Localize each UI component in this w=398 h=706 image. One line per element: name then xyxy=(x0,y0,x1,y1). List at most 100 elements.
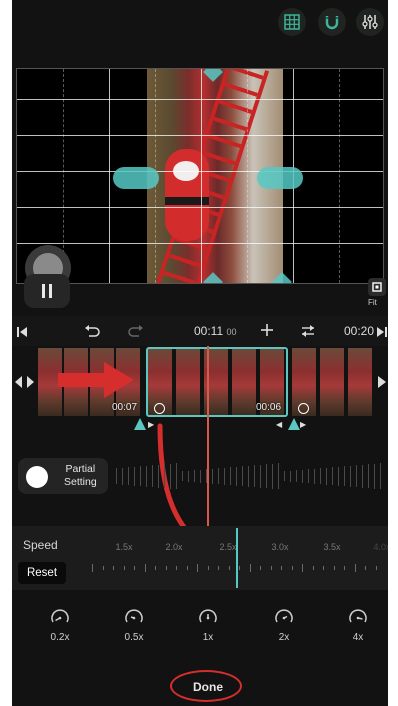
waveform-bar xyxy=(260,464,261,488)
ruler-tick xyxy=(302,564,303,572)
speedometer-max-icon xyxy=(349,609,367,623)
waveform-bar xyxy=(200,469,201,483)
grid-line xyxy=(201,69,202,283)
pause-button[interactable] xyxy=(24,274,70,308)
waveform-bar xyxy=(380,463,381,489)
waveform-bar xyxy=(248,465,249,487)
ruler-tick xyxy=(250,564,251,572)
video-preview[interactable] xyxy=(16,68,384,284)
ruler-tick xyxy=(323,566,324,570)
undo-icon[interactable] xyxy=(84,324,100,338)
waveform-bar xyxy=(146,465,147,487)
waveform-bar xyxy=(326,467,327,485)
waveform-bar xyxy=(296,470,297,482)
waveform-bar xyxy=(212,468,213,484)
partial-setting-label: Partial Setting xyxy=(64,463,97,489)
ruler-tick xyxy=(103,566,104,570)
clip-start-label: 00:07 xyxy=(112,402,138,413)
ruler-tick xyxy=(208,566,209,570)
grid-line xyxy=(247,69,248,283)
grid-line xyxy=(17,99,383,100)
ruler-tick xyxy=(187,566,188,570)
waveform-bar xyxy=(320,468,321,484)
ruler-tick xyxy=(229,566,230,570)
trim-handle-right[interactable] xyxy=(288,418,300,430)
speed-clock-icon xyxy=(154,403,165,414)
skip-to-start-icon[interactable] xyxy=(16,326,28,338)
magnet-button[interactable] xyxy=(318,8,346,36)
ruler-tick xyxy=(124,566,125,570)
speedometer-slow-icon xyxy=(51,609,69,623)
speed-slider-cursor[interactable] xyxy=(236,528,238,588)
ruler-tick xyxy=(176,566,177,570)
ruler-tick xyxy=(155,566,156,570)
waveform-bar xyxy=(356,465,357,487)
waveform-bar xyxy=(170,463,171,489)
waveform-bar xyxy=(182,471,183,481)
adjust-button[interactable] xyxy=(356,8,384,36)
grid-button[interactable] xyxy=(278,8,306,36)
speed-preset-2x[interactable]: 2x xyxy=(262,608,306,643)
waveform-bar xyxy=(338,466,339,486)
partial-label-line2: Setting xyxy=(64,476,97,488)
speedometer-fast-icon xyxy=(275,609,293,623)
speedometer-normal-icon xyxy=(199,609,217,623)
waveform-bar xyxy=(134,466,135,486)
partial-setting-toggle[interactable]: Partial Setting xyxy=(18,458,108,494)
speed-clock-icon xyxy=(298,403,309,414)
waveform-bar xyxy=(332,467,333,485)
ruler-tick xyxy=(281,566,282,570)
prev-clip-arrows-icon[interactable] xyxy=(14,374,36,390)
add-clip-icon[interactable] xyxy=(260,323,274,337)
redo-icon[interactable] xyxy=(128,324,144,338)
skip-to-end-icon[interactable] xyxy=(376,326,388,338)
santa-belt xyxy=(165,197,209,205)
waveform-bar xyxy=(278,463,279,489)
speed-scale-label: 2.0x xyxy=(165,542,183,552)
current-time-frames: 00 xyxy=(226,327,237,337)
waveform-bar xyxy=(158,464,159,488)
grid-line xyxy=(17,207,383,208)
waveform-bar xyxy=(308,469,309,483)
speed-scale-label: 1.5x xyxy=(115,542,133,552)
speed-preset-4x[interactable]: 4x xyxy=(336,608,380,643)
editor-screen: Fit 00:11 00 00:20 00:07 00:06 ▶ ◀ ▶ Par… xyxy=(12,0,388,706)
next-clip-arrow-icon[interactable] xyxy=(376,374,388,390)
ruler-tick xyxy=(271,566,272,570)
crop-handle-right[interactable] xyxy=(257,167,303,189)
waveform-bar xyxy=(374,463,375,489)
waveform-bar xyxy=(152,465,153,487)
magnet-icon xyxy=(325,16,339,30)
waveform-bar xyxy=(272,463,273,489)
ruler-tick xyxy=(344,566,345,570)
current-time: 00:11 00 xyxy=(194,324,237,338)
speed-preset-label: 0.2x xyxy=(50,632,70,643)
fit-button[interactable] xyxy=(368,278,386,296)
annotation-arrow-icon xyxy=(58,362,134,398)
ruler-tick xyxy=(365,566,366,570)
ruler-tick xyxy=(197,564,198,572)
waveform-bar xyxy=(254,465,255,487)
waveform-bar xyxy=(236,466,237,486)
annotation-circle xyxy=(170,670,242,702)
waveform-bar xyxy=(122,467,123,485)
speed-preset-1x[interactable]: 1x xyxy=(186,608,230,643)
waveform-bar xyxy=(194,470,195,482)
grid-line xyxy=(109,69,110,283)
swap-icon[interactable] xyxy=(300,324,316,337)
ruler-tick xyxy=(260,566,261,570)
reset-button[interactable]: Reset xyxy=(18,562,66,584)
speed-preset-label: 0.5x xyxy=(124,632,144,643)
speed-scale-label: 2.5x xyxy=(219,542,237,552)
crop-handle-left[interactable] xyxy=(113,167,159,189)
toggle-knob[interactable] xyxy=(26,466,48,488)
fit-label: Fit xyxy=(368,298,377,307)
waveform-bar xyxy=(314,468,315,484)
grid-line xyxy=(17,135,383,136)
partial-label-line1: Partial xyxy=(65,463,96,475)
speed-preset-label: 1x xyxy=(202,632,214,643)
speed-preset-0.2x[interactable]: 0.2x xyxy=(38,608,82,643)
fit-icon xyxy=(372,282,382,292)
speed-preset-0.5x[interactable]: 0.5x xyxy=(112,608,156,643)
waveform-bar xyxy=(242,466,243,486)
